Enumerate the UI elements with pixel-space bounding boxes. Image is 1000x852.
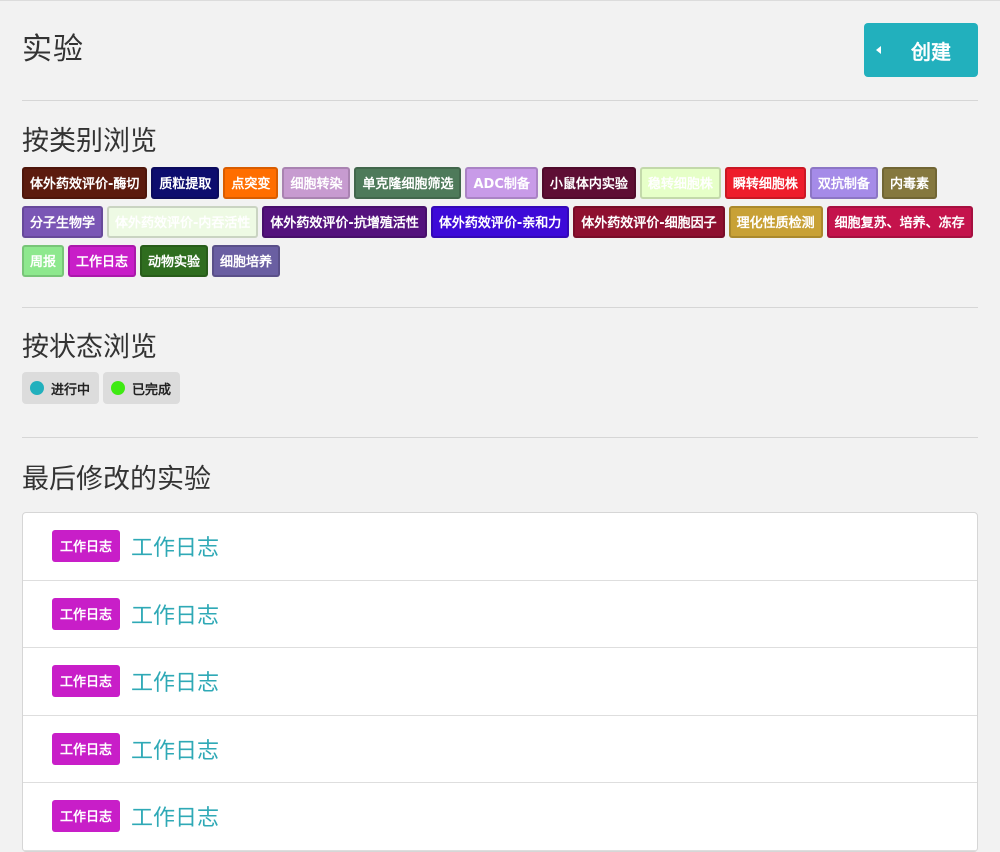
category-tag[interactable]: 分子生物学 [22,206,104,238]
category-tag[interactable]: 工作日志 [68,245,137,277]
experiment-title-link[interactable]: 工作日志 [131,733,219,765]
experiment-title-link[interactable]: 工作日志 [131,800,219,832]
status-filter-list: 进行中 已完成 [22,372,978,404]
status-filter-chip[interactable]: 进行中 [22,372,100,404]
category-tag[interactable]: 点突变 [223,167,279,199]
status-filter-label: 已完成 [132,382,172,398]
list-item: 工作日志 工作日志 [23,716,977,783]
list-item: 工作日志 工作日志 [23,581,977,648]
category-tag[interactable]: 内毒素 [881,167,937,199]
status-filter-label: 进行中 [51,382,91,398]
category-tag[interactable]: 动物实验 [140,245,209,277]
category-tag[interactable]: 体外药效评价-抗增殖活性 [262,206,427,238]
recent-section-title: 最后修改的实验 [22,464,211,495]
status-section-title: 按状态浏览 [22,332,157,363]
category-tag[interactable]: 细胞转染 [282,167,351,199]
create-button[interactable]: 创建 [864,23,978,77]
category-tag[interactable]: ADC制备 [465,167,538,199]
category-tag[interactable]: 体外药效评价-内吞活性 [107,206,259,238]
category-tag[interactable]: 体外药效评价-酶切 [22,167,148,199]
experiment-category-tag[interactable]: 工作日志 [52,530,121,563]
category-tag[interactable]: 体外药效评价-亲和力 [430,206,570,238]
category-section: 按类别浏览 体外药效评价-酶切 质粒提取 点突变 细胞转染 单克隆细胞筛选 ADC制备 小鼠… [22,101,978,307]
category-tag[interactable]: 瞬转细胞株 [724,167,806,199]
experiment-category-tag[interactable]: 工作日志 [52,800,121,833]
experiment-title-link[interactable]: 工作日志 [131,665,219,697]
category-tag[interactable]: 体外药效评价-细胞因子 [573,206,725,238]
status-section: 按状态浏览 进行中 已完成 [22,308,978,437]
category-tag[interactable]: 稳转细胞株 [639,167,721,199]
page-title: 实验 [22,32,84,67]
category-tag[interactable]: 细胞复苏、培养、冻存 [826,206,973,238]
category-section-title: 按类别浏览 [22,126,157,157]
category-tag-list: 体外药效评价-酶切 质粒提取 点突变 细胞转染 单克隆细胞筛选 ADC制备 小鼠体内实验 稳转… [22,167,978,284]
category-tag[interactable]: 双抗制备 [809,167,878,199]
create-button-label: 创建 [911,39,951,64]
category-tag[interactable]: 小鼠体内实验 [541,167,636,199]
status-dot-icon [111,381,126,395]
list-item: 工作日志 工作日志 [23,648,977,716]
experiment-category-tag[interactable]: 工作日志 [52,732,121,765]
experiment-category-tag[interactable]: 工作日志 [52,597,121,630]
experiments-page: 实验 创建 按类别浏览 体外药效评价-酶切 质粒提取 点突变 细胞转染 单克隆细胞筛选 A… [22,0,978,852]
status-filter-chip[interactable]: 已完成 [103,372,181,404]
category-tag[interactable]: 质粒提取 [151,167,220,199]
list-item: 工作日志 工作日志 [23,783,977,851]
page-header: 实验 创建 [22,0,978,100]
experiment-title-link[interactable]: 工作日志 [131,530,219,562]
list-item: 工作日志 工作日志 [23,513,977,581]
category-tag[interactable]: 周报 [22,245,65,277]
caret-left-icon [876,46,881,54]
recent-section: 最后修改的实验 工作日志 工作日志 工作日志 工作日志 工作日志 工作日志 工作日志 工作日志… [22,438,978,852]
category-tag[interactable]: 单克隆细胞筛选 [354,167,462,199]
experiment-category-tag[interactable]: 工作日志 [52,665,121,698]
recent-experiment-list: 工作日志 工作日志 工作日志 工作日志 工作日志 工作日志 工作日志 工作日志 工作日志 工作日志 [22,512,978,852]
category-tag[interactable]: 细胞培养 [212,245,281,277]
experiment-title-link[interactable]: 工作日志 [131,598,219,630]
category-tag[interactable]: 理化性质检测 [728,206,823,238]
status-dot-icon [30,381,44,395]
